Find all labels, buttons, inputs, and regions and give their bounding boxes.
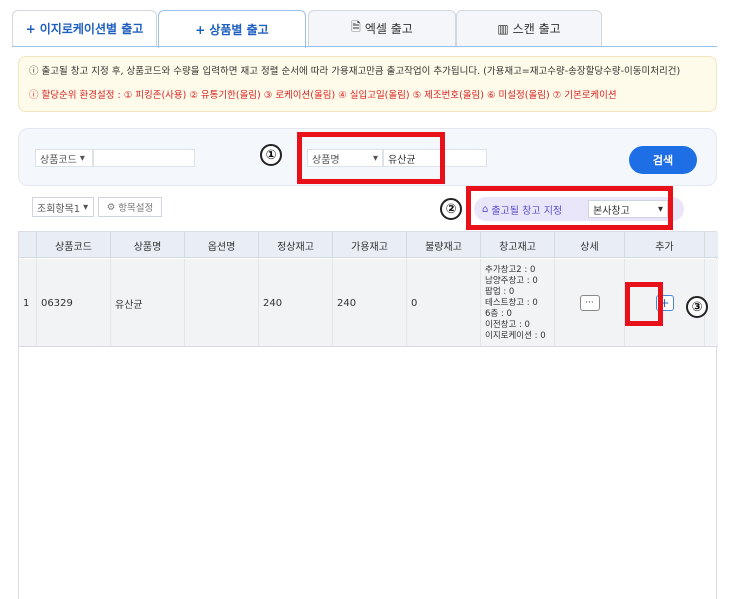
stock-line: 팝업 : 0 [485,286,515,297]
settings-label: 항목설정 [118,203,154,214]
view-select-label: 조회항목1 [37,203,81,215]
column-header: 추가 [625,232,705,258]
stock-line: 이전창고 : 0 [485,319,530,330]
view-select[interactable]: 조회항목1 ▾ [32,197,94,217]
column-header: 상세 [555,232,625,258]
detail-button[interactable]: ··· [579,295,600,311]
stock-line: 추가창고2 : 0 [485,264,536,275]
tab-label: 이지로케이션별 출고 [39,22,144,36]
table-row: 1 06329 유산균 240 240 0 추가창고2 : 0 남양주창고 : … [19,259,718,347]
tab-label: 스캔 출고 [512,22,561,36]
highlight-box-1 [297,132,445,184]
tab-label: 엑셀 출고 [364,22,413,36]
highlight-box-2 [466,186,673,230]
notice-box: ⓘ 출고될 창고 지정 후, 상품코드와 수량을 입력하면 재고 정렬 순서에 … [18,56,717,112]
row-number: 1 [19,259,37,347]
stock-line: 6층 : 0 [485,308,512,319]
cell-code: 06329 [37,259,111,347]
annotation-1: ① [260,144,282,166]
notice-line-2: ⓘ 할당순위 환경설정 : ① 피킹존(사용) ② 유통기한(올림) ③ 로케이… [29,90,617,101]
tab-product-outbound[interactable]: + 상품별 출고 [158,10,306,48]
tab-bar: + 이지로케이션별 출고 + 상품별 출고 🗎 엑셀 출고 ▥ 스캔 출고 [12,10,602,48]
column-header-no [19,232,37,258]
tab-location-outbound[interactable]: + 이지로케이션별 출고 [12,10,157,46]
cell-option [185,259,259,347]
stock-line: 테스트창고 : 0 [485,297,538,308]
search-button[interactable]: 검색 [629,146,697,174]
cell-warehouse-stock: 추가창고2 : 0 남양주창고 : 0 팝업 : 0 테스트창고 : 0 6층 … [481,259,555,347]
chevron-down-icon: ▾ [83,201,89,213]
annotation-2: ② [440,198,462,220]
excel-icon: 🗎 [351,20,361,34]
stock-line: 이지로케이션 : 0 [485,330,546,341]
column-header: 옵션명 [185,232,259,258]
plus-icon: + [195,22,206,37]
code-select-label: 상품코드 [40,154,77,166]
highlight-box-3 [625,282,663,326]
cell-name: 유산균 [111,259,185,347]
column-header: 불량재고 [407,232,481,258]
tab-divider [12,46,717,47]
column-header: 가용재고 [333,232,407,258]
cell-defect-stock: 0 [407,259,481,347]
table-header: 상품코드 상품명 옵션명 정상재고 가용재고 불량재고 창고재고 상세 추가 [19,232,718,258]
tab-excel-outbound[interactable]: 🗎 엑셀 출고 [308,10,456,46]
chevron-down-icon: ▾ [79,152,85,164]
cell-normal-stock: 240 [259,259,333,347]
gear-icon: ⚙ [106,201,116,213]
column-header: 상품코드 [37,232,111,258]
column-header: 상품명 [111,232,185,258]
column-header: 정상재고 [259,232,333,258]
cell-available-stock: 240 [333,259,407,347]
cell-detail: ··· [555,259,625,347]
plus-icon: + [25,21,36,36]
tab-label: 상품별 출고 [209,23,269,37]
notice-line-1: ⓘ 출고될 창고 지정 후, 상품코드와 수량을 입력하면 재고 정렬 순서에 … [29,66,681,77]
product-table: 상품코드 상품명 옵션명 정상재고 가용재고 불량재고 창고재고 상세 추가 1… [18,231,718,599]
code-select[interactable]: 상품코드 ▾ [35,149,93,167]
tab-scan-outbound[interactable]: ▥ 스캔 출고 [456,10,602,46]
column-header: 창고재고 [481,232,555,258]
annotation-3: ③ [686,296,708,318]
stock-line: 남양주창고 : 0 [485,275,538,286]
column-settings-button[interactable]: ⚙ 항목설정 [98,197,162,217]
extra-input[interactable] [443,149,487,167]
barcode-icon: ▥ [497,21,509,36]
code-input[interactable] [93,149,195,167]
